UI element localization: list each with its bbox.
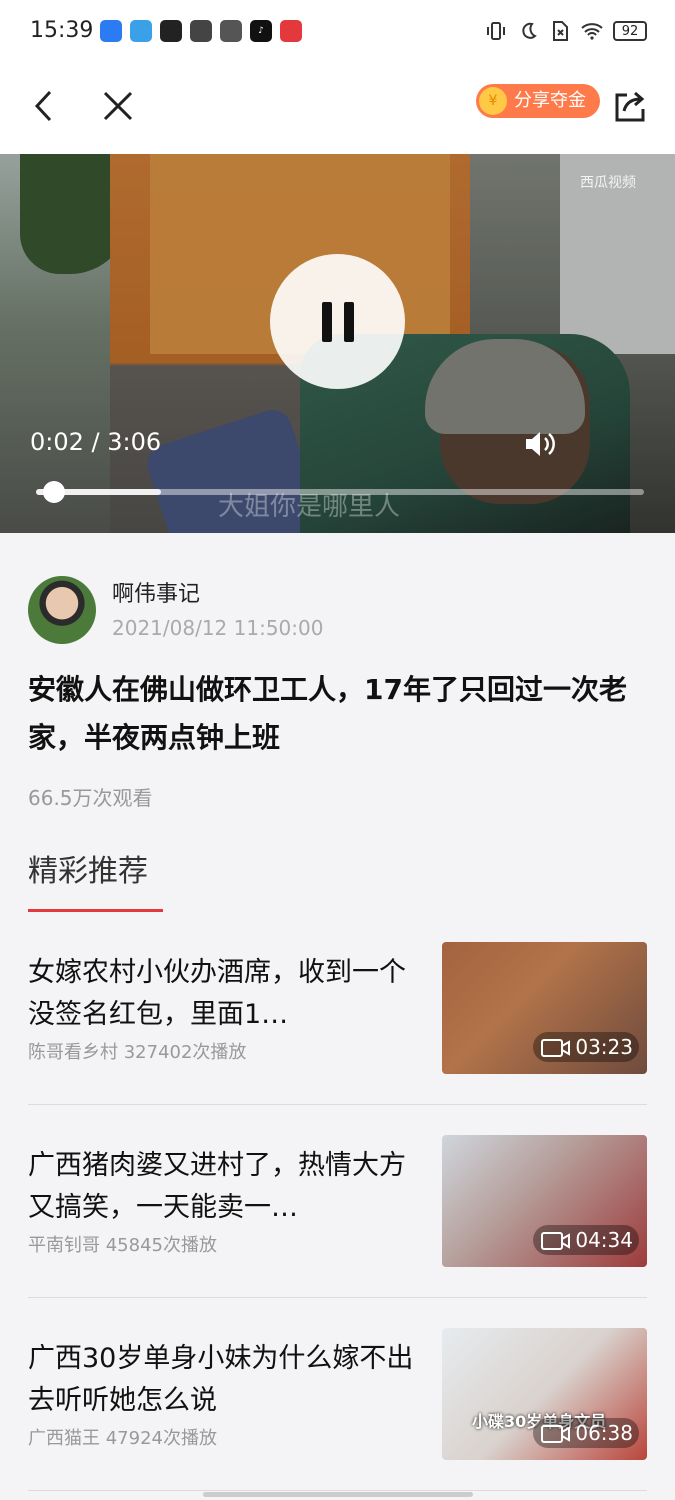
share-button[interactable] [606, 82, 654, 130]
volume-button[interactable] [522, 426, 558, 462]
close-icon [103, 91, 133, 121]
list-item[interactable]: 女嫁农村小伙办酒席，收到一个没签名红包，里面1… 陈哥看乡村 327402次播放… [28, 942, 647, 1136]
divider [28, 1297, 647, 1298]
app-mail-icon [220, 20, 242, 42]
video-time: 0:02 / 3:06 [30, 428, 162, 456]
section-title-recommend: 精彩推荐 [28, 854, 148, 889]
view-count: 66.5万次观看 [28, 786, 153, 810]
rec-thumbnail[interactable]: 小碟30岁单身文员 06:38 [442, 1328, 647, 1460]
video-player[interactable]: 西瓜视频 大姐你是哪里人 0:02 / 3:06 [0, 154, 675, 533]
coin-icon: ¥ [479, 87, 507, 115]
wifi-icon [581, 20, 603, 42]
video-watermark: 西瓜视频 [580, 175, 636, 191]
vibrate-icon [485, 20, 507, 42]
duration-badge: 03:23 [533, 1032, 639, 1062]
rec-title: 女嫁农村小伙办酒席，收到一个没签名红包，里面1… [28, 957, 406, 1030]
duration-text: 03:23 [575, 1035, 633, 1059]
top-navigation: ¥ 分享夺金 [0, 64, 675, 154]
duration-text: 04:34 [575, 1228, 633, 1252]
app-youku-icon [190, 20, 212, 42]
pause-button[interactable] [270, 254, 405, 389]
battery-indicator: 92 [613, 21, 647, 41]
publish-date: 2021/08/12 11:50:00 [112, 616, 324, 640]
list-item[interactable]: 广西30岁单身小妹为什么嫁不出去听听她怎么说 广西猫王 47924次播放 小碟3… [28, 1328, 647, 1500]
duration-badge: 04:34 [533, 1225, 639, 1255]
video-camera-icon [541, 1425, 571, 1443]
pause-icon [321, 301, 354, 342]
video-progress-bar[interactable] [36, 481, 644, 503]
status-bar: 15:39 ♪ 92 [0, 0, 675, 64]
status-system-icons: 92 [485, 20, 647, 42]
app-red-icon [280, 20, 302, 42]
back-button[interactable] [20, 82, 68, 130]
divider [28, 1490, 647, 1491]
app-blue-icon [100, 20, 122, 42]
status-time: 15:39 [30, 18, 94, 43]
rec-meta: 广西猫王 47924次播放 [28, 1428, 217, 1449]
duration-badge: 06:38 [533, 1418, 639, 1448]
avatar[interactable] [28, 576, 96, 644]
section-underline [28, 909, 163, 912]
rec-meta: 平南钊哥 45845次播放 [28, 1235, 217, 1256]
share-gold-button[interactable]: ¥ 分享夺金 [476, 84, 600, 118]
moon-icon [517, 20, 539, 42]
rec-title: 广西30岁单身小妹为什么嫁不出去听听她怎么说 [28, 1343, 414, 1416]
rec-title: 广西猪肉婆又进村了，热情大方又搞笑，一天能卖一… [28, 1150, 406, 1223]
no-sim-icon [549, 20, 571, 42]
chevron-left-icon [34, 90, 52, 122]
volume-icon [526, 432, 555, 456]
divider [28, 1104, 647, 1105]
app-news-icon [160, 20, 182, 42]
rec-thumbnail[interactable]: 04:34 [442, 1135, 647, 1267]
video-progress-knob[interactable] [42, 481, 65, 503]
video-title: 安徽人在佛山做环卫工人，17年了只回过一次老家，半夜两点钟上班 [28, 673, 627, 754]
video-camera-icon [541, 1039, 571, 1057]
share-gold-label: 分享夺金 [514, 90, 586, 111]
author-info: 啊伟事记 2021/08/12 11:50:00 [28, 576, 648, 646]
status-app-icons: ♪ [100, 20, 302, 42]
home-indicator[interactable] [203, 1492, 473, 1497]
author-name[interactable]: 啊伟事记 [112, 576, 200, 608]
share-icon [615, 91, 645, 122]
close-button[interactable] [94, 82, 142, 130]
duration-text: 06:38 [575, 1421, 633, 1445]
rec-meta: 陈哥看乡村 327402次播放 [28, 1042, 247, 1063]
list-item[interactable]: 广西猪肉婆又进村了，热情大方又搞笑，一天能卖一… 平南钊哥 45845次播放 0… [28, 1135, 647, 1329]
app-calendar-icon [130, 20, 152, 42]
video-camera-icon [541, 1232, 571, 1250]
rec-thumbnail[interactable]: 03:23 [442, 942, 647, 1074]
app-tiktok-icon: ♪ [250, 20, 272, 42]
